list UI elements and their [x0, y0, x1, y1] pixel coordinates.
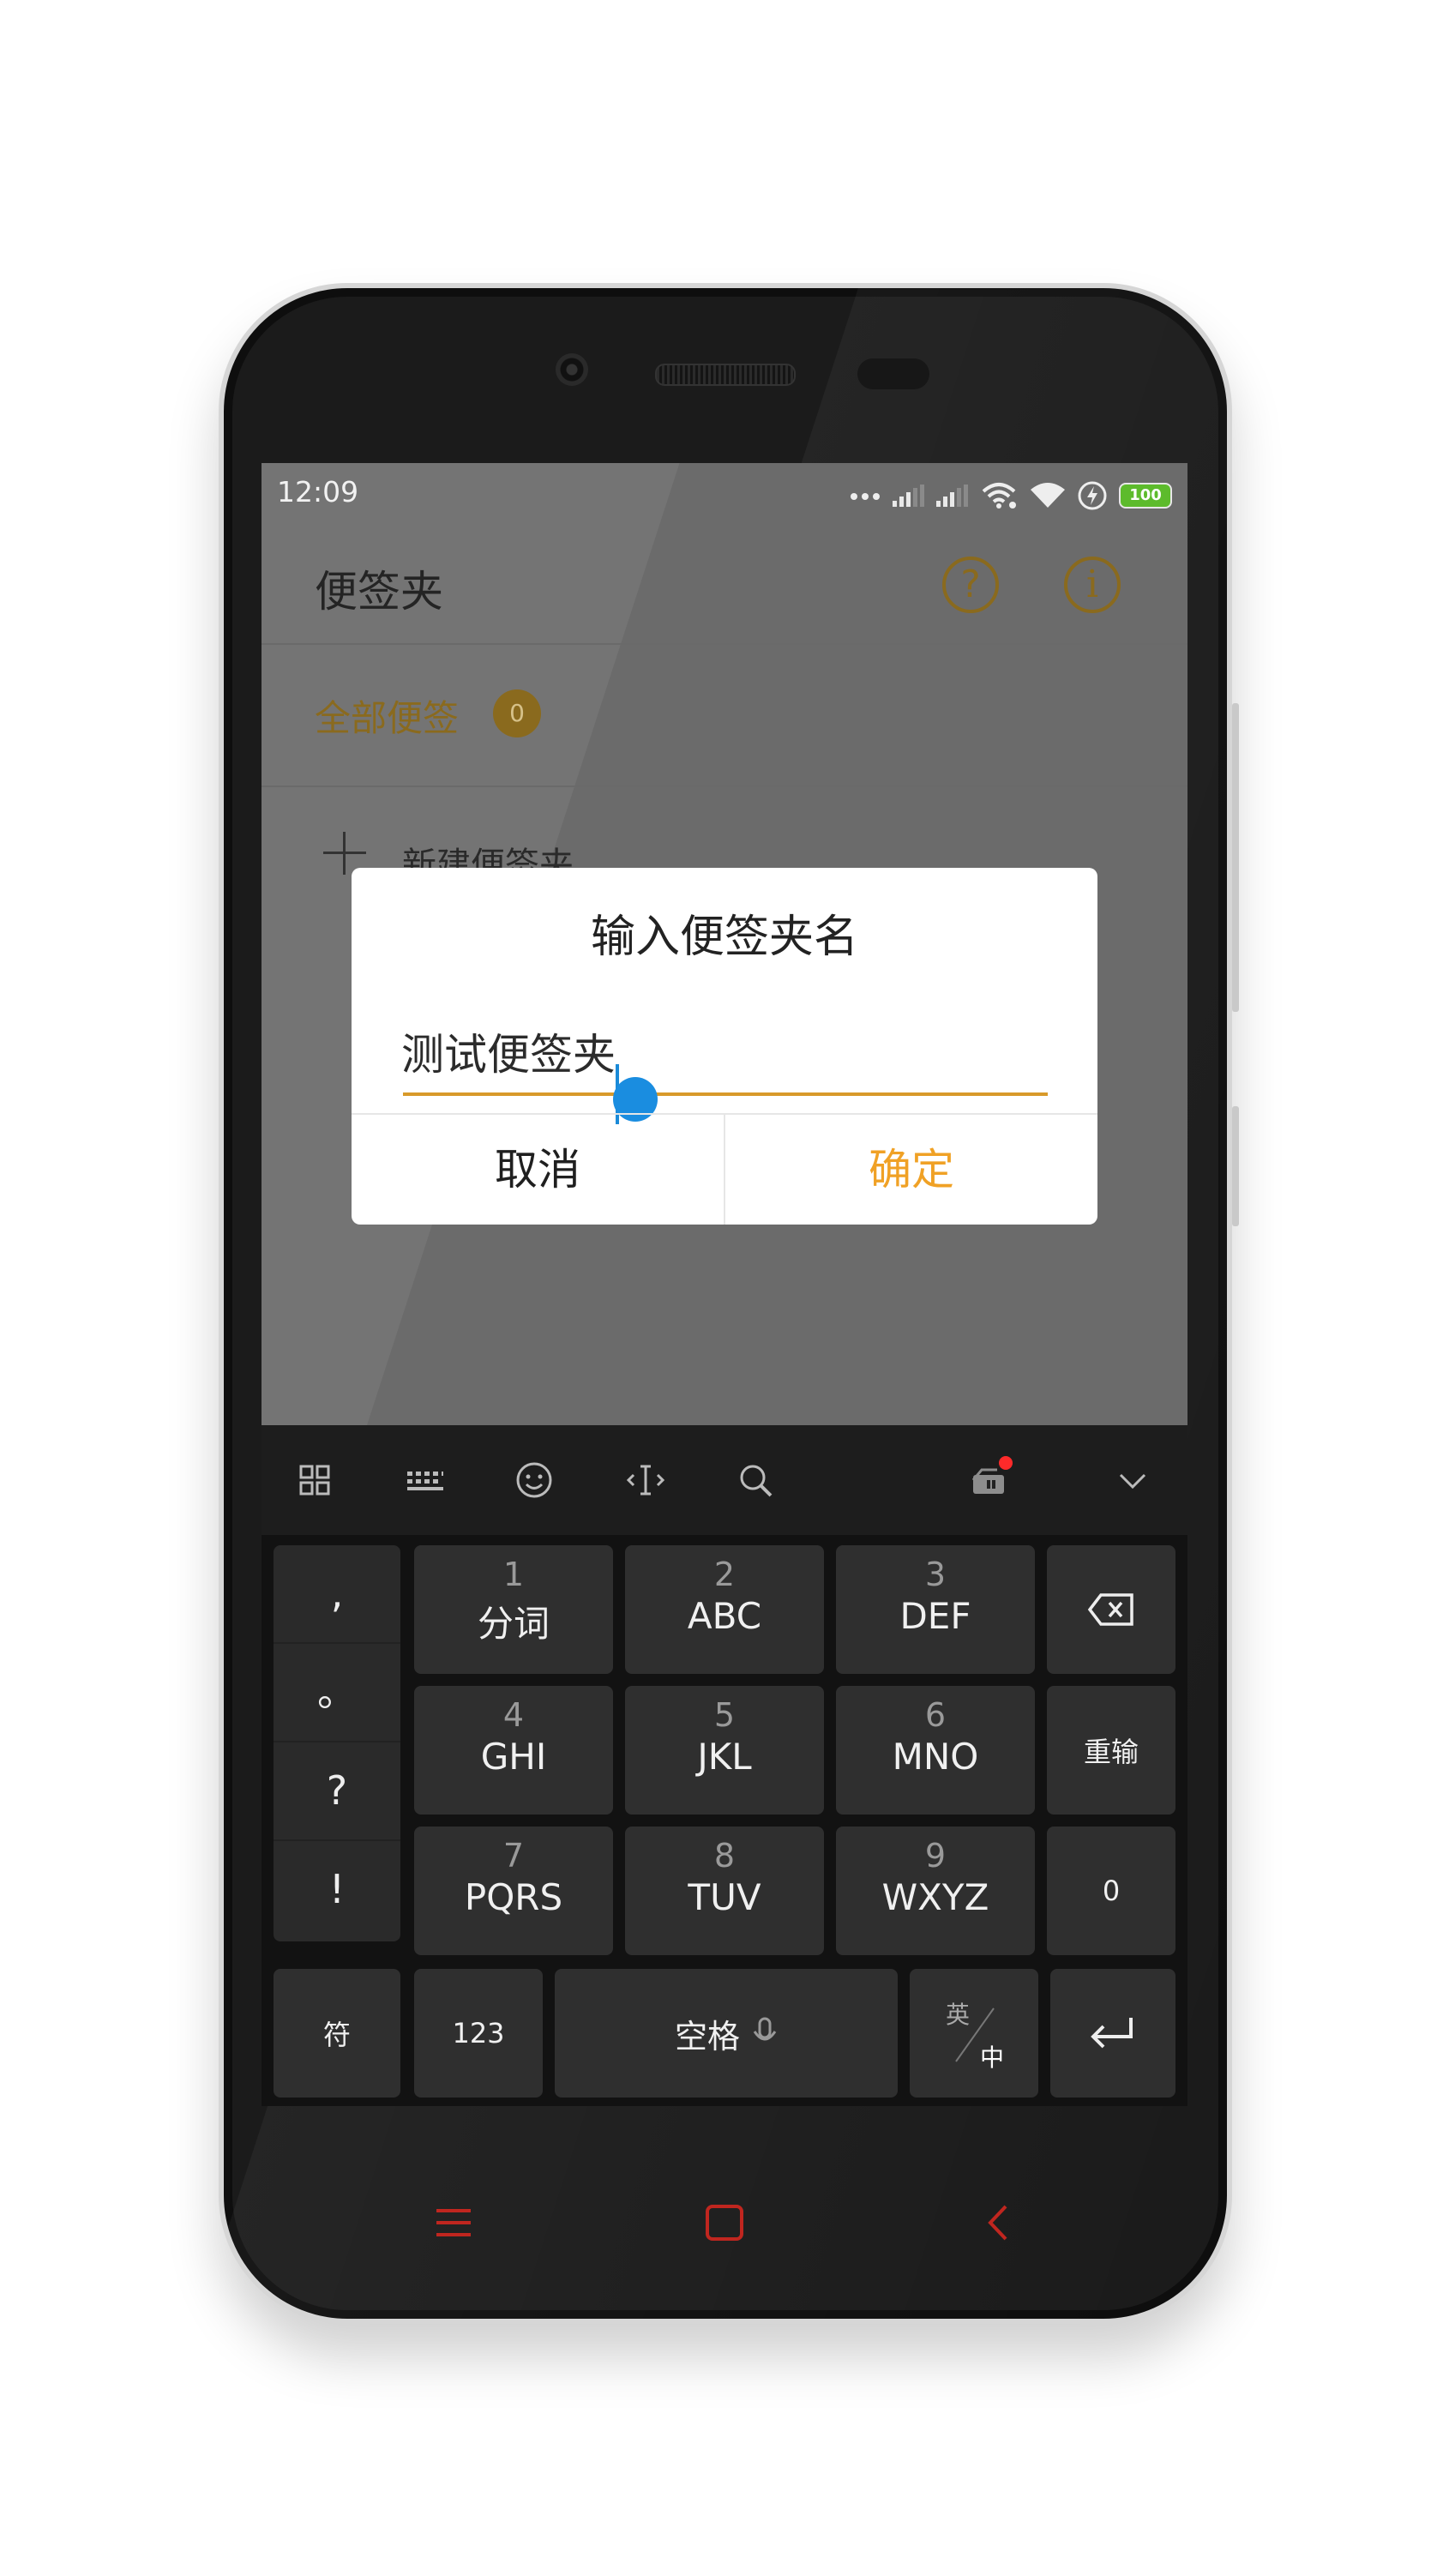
- ok-button[interactable]: 确定: [725, 1115, 1097, 1225]
- signal-icon: [893, 485, 924, 507]
- grid-icon[interactable]: [289, 1454, 340, 1506]
- app-header: 便签夹 ? i: [262, 528, 1187, 645]
- skin-icon[interactable]: [963, 1454, 1014, 1506]
- punctuation-column: , 。 ? !: [274, 1545, 400, 1941]
- symbol-key[interactable]: 符: [274, 1969, 400, 2098]
- space-key[interactable]: 空格: [555, 1969, 898, 2098]
- folder-name-dialog: 输入便签夹名 测试便签夹 取消 确定: [352, 868, 1097, 1225]
- key-7[interactable]: 7 PQRS: [414, 1827, 613, 1955]
- keyboard-toolbar: [262, 1425, 1187, 1535]
- status-time: 12:09: [277, 475, 359, 509]
- cursor-icon[interactable]: [620, 1454, 671, 1506]
- signal-icon: [936, 485, 968, 507]
- folder-row-all-notes[interactable]: 全部便签 0: [262, 643, 1187, 787]
- front-camera: [556, 353, 588, 386]
- dots-icon: [851, 493, 880, 500]
- enter-icon: [1091, 2018, 1133, 2049]
- input-underline: [403, 1092, 1048, 1096]
- menu-icon[interactable]: [435, 2206, 472, 2240]
- enter-key[interactable]: [1050, 1969, 1175, 2098]
- info-button[interactable]: i: [1064, 557, 1121, 613]
- charging-icon: [1078, 481, 1107, 510]
- back-icon[interactable]: [985, 2204, 1011, 2242]
- keyboard: , 。 ? ! 1 分词 2 ABC 3 DEF 4 GHI 5 JKL 6 MNO 重输 …: [262, 1535, 1187, 2106]
- cancel-button[interactable]: 取消: [352, 1115, 724, 1225]
- page-title: 便签夹: [315, 567, 443, 617]
- punct-period-key[interactable]: 。: [274, 1644, 400, 1742]
- home-icon[interactable]: [705, 2204, 744, 2242]
- status-bar: 12:09 100: [262, 463, 1187, 528]
- key-5[interactable]: 5 JKL: [625, 1686, 824, 1815]
- keyboard-icon[interactable]: [399, 1454, 450, 1506]
- collapse-icon[interactable]: [1107, 1454, 1158, 1506]
- count-badge: 0: [493, 689, 541, 737]
- punct-question-key[interactable]: ?: [274, 1742, 400, 1841]
- volume-button: [1232, 703, 1239, 1012]
- key-8[interactable]: 8 TUV: [625, 1827, 824, 1955]
- microphone-icon: [753, 2017, 777, 2041]
- power-button: [1232, 1106, 1239, 1226]
- backspace-key[interactable]: [1047, 1545, 1175, 1674]
- dialog-title: 输入便签夹名: [590, 912, 858, 963]
- numbers-key[interactable]: 123: [414, 1969, 543, 2098]
- key-4[interactable]: 4 GHI: [414, 1686, 613, 1815]
- wifi-icon: [1031, 483, 1065, 508]
- key-2[interactable]: 2 ABC: [625, 1545, 824, 1674]
- earpiece-speaker: [655, 364, 796, 386]
- punct-exclamation-key[interactable]: !: [274, 1841, 400, 1938]
- key-0[interactable]: 0: [1047, 1827, 1175, 1955]
- wifi-hotspot-icon: [982, 483, 1016, 509]
- backspace-icon: [1087, 1593, 1133, 1626]
- input-value: 测试便签夹: [401, 1030, 616, 1080]
- folder-label: 全部便签: [315, 697, 460, 739]
- emoji-icon[interactable]: [508, 1454, 560, 1506]
- proximity-sensor: [857, 358, 929, 389]
- search-icon[interactable]: [730, 1454, 781, 1506]
- key-1[interactable]: 1 分词: [414, 1545, 613, 1674]
- key-3[interactable]: 3 DEF: [836, 1545, 1035, 1674]
- punct-comma-key[interactable]: ,: [274, 1545, 400, 1644]
- key-6[interactable]: 6 MNO: [836, 1686, 1035, 1815]
- navigation-bar: [262, 2106, 1187, 2252]
- reinput-key[interactable]: 重输: [1047, 1686, 1175, 1815]
- status-icons: 100: [850, 478, 1172, 513]
- key-9[interactable]: 9 WXYZ: [836, 1827, 1035, 1955]
- space-label: 空格: [674, 2017, 740, 2055]
- battery-icon: 100: [1119, 483, 1172, 509]
- lang-zh-label: 中: [980, 2043, 1005, 2072]
- screen: 12:09 100 便签夹 ? i 全部便签 0 新建便签夹 输入便签夹名 测试…: [262, 463, 1187, 2106]
- language-switch-key[interactable]: 英 中: [910, 1969, 1038, 2098]
- folder-name-input[interactable]: 测试便签夹: [401, 1020, 1046, 1124]
- help-button[interactable]: ?: [942, 557, 999, 613]
